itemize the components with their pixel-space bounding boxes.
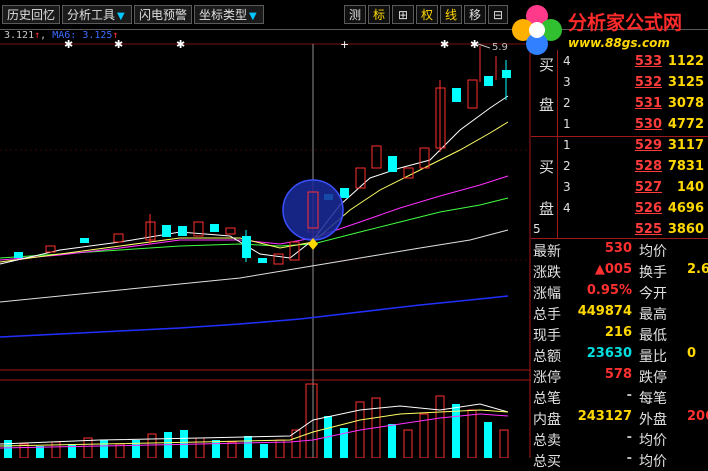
svg-text:✱: ✱ bbox=[440, 38, 449, 51]
stat-key: 总额 bbox=[533, 349, 561, 365]
stats-divider bbox=[531, 238, 708, 239]
stat-row: 总笔 - 每笔 bbox=[531, 387, 708, 408]
stat-value: 216 bbox=[604, 325, 632, 340]
stat-key: 现手 bbox=[533, 328, 561, 344]
stat-key-secondary: 跌停 bbox=[639, 370, 667, 386]
stat-row: 涨幅 0.95% 今开 bbox=[531, 282, 708, 303]
bid-level: 3 bbox=[563, 180, 571, 194]
ma60-line bbox=[0, 229, 509, 303]
ma120-line bbox=[0, 295, 509, 338]
ask-level: 4 bbox=[563, 54, 571, 68]
bid-volume: 4696 bbox=[667, 201, 704, 216]
stat-key-secondary: 今开 bbox=[639, 286, 667, 302]
bid-price: 525 bbox=[634, 222, 662, 237]
stat-row: 现手 216 最低 bbox=[531, 324, 708, 345]
stat-row: 涨停 578 跌停 bbox=[531, 366, 708, 387]
stat-value: ▲005 bbox=[594, 262, 632, 277]
stat-key-secondary: 最高 bbox=[639, 307, 667, 323]
stat-value: - bbox=[626, 430, 632, 445]
svg-text:✱: ✱ bbox=[176, 38, 185, 51]
stat-key-secondary: 最低 bbox=[639, 328, 667, 344]
stat-key-secondary: 换手 bbox=[639, 265, 667, 281]
stat-value: 530 bbox=[604, 241, 632, 256]
quote-panel: 买 盘 4 533 1122 3 532 3125 2 531 3078 1 5… bbox=[531, 50, 708, 470]
bid-volume: 3117 bbox=[667, 138, 704, 153]
ma-label: MA6: bbox=[52, 30, 77, 41]
stat-row: 内盘 243127 外盘 206 bbox=[531, 408, 708, 429]
bid-level: 1 bbox=[563, 138, 571, 152]
stat-row: 总额 23630 量比 0 bbox=[531, 345, 708, 366]
bid-volume: 3860 bbox=[667, 222, 704, 237]
ask-volume: 4772 bbox=[667, 117, 704, 132]
up-arrow-icon: ↑ bbox=[34, 30, 41, 41]
stat-key: 涨幅 bbox=[533, 286, 561, 302]
svg-text:+: + bbox=[340, 38, 349, 51]
stat-value-secondary: 206 bbox=[687, 409, 708, 424]
stat-key-secondary: 均价 bbox=[639, 454, 667, 470]
bid-price: 528 bbox=[634, 159, 662, 174]
ask-level: 3 bbox=[563, 75, 571, 89]
stat-row: 总手 449874 最高 bbox=[531, 303, 708, 324]
stat-key: 涨跌 bbox=[533, 265, 561, 281]
stat-key-secondary: 外盘 bbox=[639, 412, 667, 428]
stat-key: 总卖 bbox=[533, 433, 561, 449]
stat-value-secondary: 0 bbox=[687, 346, 697, 361]
orderbook-vertical-divider bbox=[557, 50, 558, 238]
ma10-line bbox=[0, 121, 509, 263]
ask-volume: 3125 bbox=[667, 75, 704, 90]
svg-text:✱: ✱ bbox=[470, 38, 479, 51]
bid-level: 4 bbox=[563, 201, 571, 215]
stat-value: - bbox=[626, 451, 632, 466]
bid-volume: 140 bbox=[676, 180, 704, 195]
stat-value: 578 bbox=[604, 367, 632, 382]
ask-price: 533 bbox=[634, 54, 662, 69]
stat-row: 总买 - 均价 bbox=[531, 450, 708, 471]
kline-chart[interactable]: ✱ ✱ ✱ + ✱ ✱ 5.9 bbox=[0, 0, 531, 458]
stat-value-secondary: 2.6 bbox=[687, 262, 708, 277]
stat-key: 涨停 bbox=[533, 370, 561, 386]
peak-price-label: 5.9 bbox=[492, 42, 508, 53]
bid-price: 526 bbox=[634, 201, 662, 216]
stat-value: 449874 bbox=[577, 304, 632, 319]
stat-key: 总买 bbox=[533, 454, 561, 470]
ask-volume: 3078 bbox=[667, 96, 704, 111]
bid-level: 5 bbox=[533, 222, 541, 236]
stat-row: 总卖 - 均价 bbox=[531, 429, 708, 450]
ask-price: 530 bbox=[634, 117, 662, 132]
highlight-circle bbox=[282, 179, 344, 241]
ask-price: 531 bbox=[634, 96, 662, 111]
stat-value: 23630 bbox=[586, 346, 632, 361]
ask-level: 1 bbox=[563, 117, 571, 131]
indicator-readout: 3.121↑, MA6: 3.125↑ bbox=[4, 30, 119, 41]
ma5-line bbox=[0, 95, 509, 265]
logo-url: www.88gs.com bbox=[568, 36, 670, 50]
volume-bars bbox=[0, 383, 509, 458]
up-arrow-icon: ↑ bbox=[112, 30, 119, 41]
bid-price: 527 bbox=[634, 180, 662, 195]
stat-row: 最新 530 均价 bbox=[531, 240, 708, 261]
ask-volume: 1122 bbox=[667, 54, 704, 69]
candlesticks bbox=[14, 46, 511, 265]
ma30-line bbox=[0, 197, 509, 259]
stat-key: 总笔 bbox=[533, 391, 561, 407]
stat-key-secondary: 每笔 bbox=[639, 391, 667, 407]
stat-row: 涨跌 ▲005 换手 2.6 bbox=[531, 261, 708, 282]
ask-level: 2 bbox=[563, 96, 571, 110]
bid-level: 2 bbox=[563, 159, 571, 173]
stat-value: 243127 bbox=[577, 409, 632, 424]
stat-value: - bbox=[626, 388, 632, 403]
logo-title: 分析家公式网 bbox=[568, 12, 683, 34]
indicator-value: 3.121 bbox=[4, 30, 35, 41]
bid-price: 529 bbox=[634, 138, 662, 153]
stat-key-secondary: 均价 bbox=[639, 433, 667, 449]
stat-key: 内盘 bbox=[533, 412, 561, 428]
bid-volume: 7831 bbox=[667, 159, 704, 174]
ask-price: 532 bbox=[634, 75, 662, 90]
stat-value: 0.95% bbox=[586, 283, 632, 298]
stat-key: 最新 bbox=[533, 244, 561, 260]
ma-value: 3.125 bbox=[82, 30, 113, 41]
stat-key: 总手 bbox=[533, 307, 561, 323]
stat-key-secondary: 均价 bbox=[639, 244, 667, 260]
stat-key-secondary: 量比 bbox=[639, 349, 667, 365]
